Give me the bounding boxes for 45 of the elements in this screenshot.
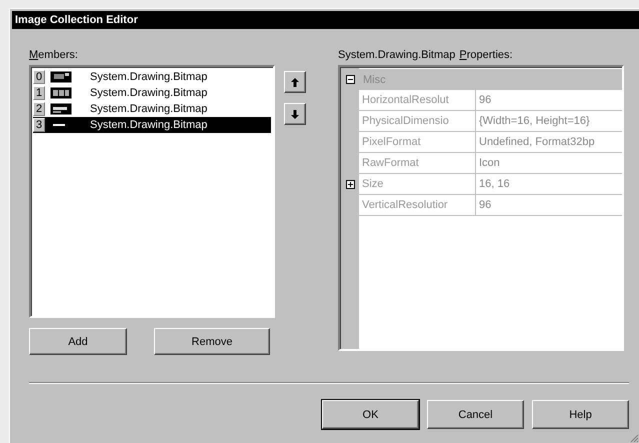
member-item[interactable]: 3 System.Drawing.Bitmap xyxy=(33,117,271,133)
collapse-icon[interactable] xyxy=(346,75,355,84)
member-name: System.Drawing.Bitmap xyxy=(89,70,208,84)
property-value[interactable]: 96 xyxy=(479,199,492,211)
property-name: VerticalResolutior xyxy=(362,199,448,211)
member-name: System.Drawing.Bitmap xyxy=(89,86,208,100)
remove-button[interactable]: Remove xyxy=(154,328,270,355)
object-type-label: System.Drawing.Bitmap xyxy=(338,49,456,62)
index-label: 3 xyxy=(33,118,45,132)
resize-grip-icon[interactable] xyxy=(629,433,639,443)
index-label: 2 xyxy=(33,102,45,116)
index-label: 0 xyxy=(33,70,45,84)
property-name: Size xyxy=(362,178,384,190)
member-item[interactable]: 0 System.Drawing.Bitmap xyxy=(33,69,271,85)
member-item[interactable]: 2 System.Drawing.Bitmap xyxy=(33,101,271,117)
ok-button[interactable]: OK xyxy=(322,400,419,429)
move-up-button[interactable] xyxy=(284,71,306,93)
members-list[interactable]: 0 System.Drawing.Bitmap 1 System.Drawing.Bitmap 2 System.Drawing.Bitmap 3 System.Drawing.Bitmap xyxy=(29,65,275,318)
bitmap-icon xyxy=(50,103,72,115)
add-button[interactable]: Add xyxy=(29,328,127,355)
property-name: RawFormat xyxy=(362,157,419,169)
index-label: 1 xyxy=(33,86,45,100)
move-down-button[interactable] xyxy=(284,103,306,125)
arrow-up-icon xyxy=(291,78,299,86)
arrow-down-icon xyxy=(291,110,299,118)
property-value[interactable]: Icon xyxy=(479,157,500,169)
cancel-button[interactable]: Cancel xyxy=(427,400,524,429)
member-name: System.Drawing.Bitmap xyxy=(89,118,208,132)
property-grid[interactable]: Misc HorizontalResolut 96 PhysicalDimensio {Width=16, Height=16} PixelFormat Undefined, Format32bp RawFormat Icon Size 16, 16 VerticalResolutior 96 xyxy=(338,65,624,351)
property-name: PhysicalDimensio xyxy=(362,115,449,127)
property-value[interactable]: {Width=16, Height=16} xyxy=(479,115,590,127)
property-value[interactable]: 16, 16 xyxy=(479,178,510,190)
window-title: Image Collection Editor xyxy=(12,11,639,29)
property-name: PixelFormat xyxy=(362,136,421,148)
property-value[interactable]: Undefined, Format32bp xyxy=(479,136,595,148)
bitmap-icon xyxy=(50,87,72,99)
properties-label: Properties: xyxy=(459,49,513,62)
member-item[interactable]: 1 System.Drawing.Bitmap xyxy=(33,85,271,101)
expand-icon[interactable] xyxy=(346,180,355,189)
property-name: HorizontalResolut xyxy=(362,94,449,106)
member-name: System.Drawing.Bitmap xyxy=(89,102,208,116)
help-button[interactable]: Help xyxy=(532,400,629,429)
members-label: Members: xyxy=(29,49,79,62)
property-value[interactable]: 96 xyxy=(479,94,492,106)
bitmap-icon xyxy=(50,71,72,83)
